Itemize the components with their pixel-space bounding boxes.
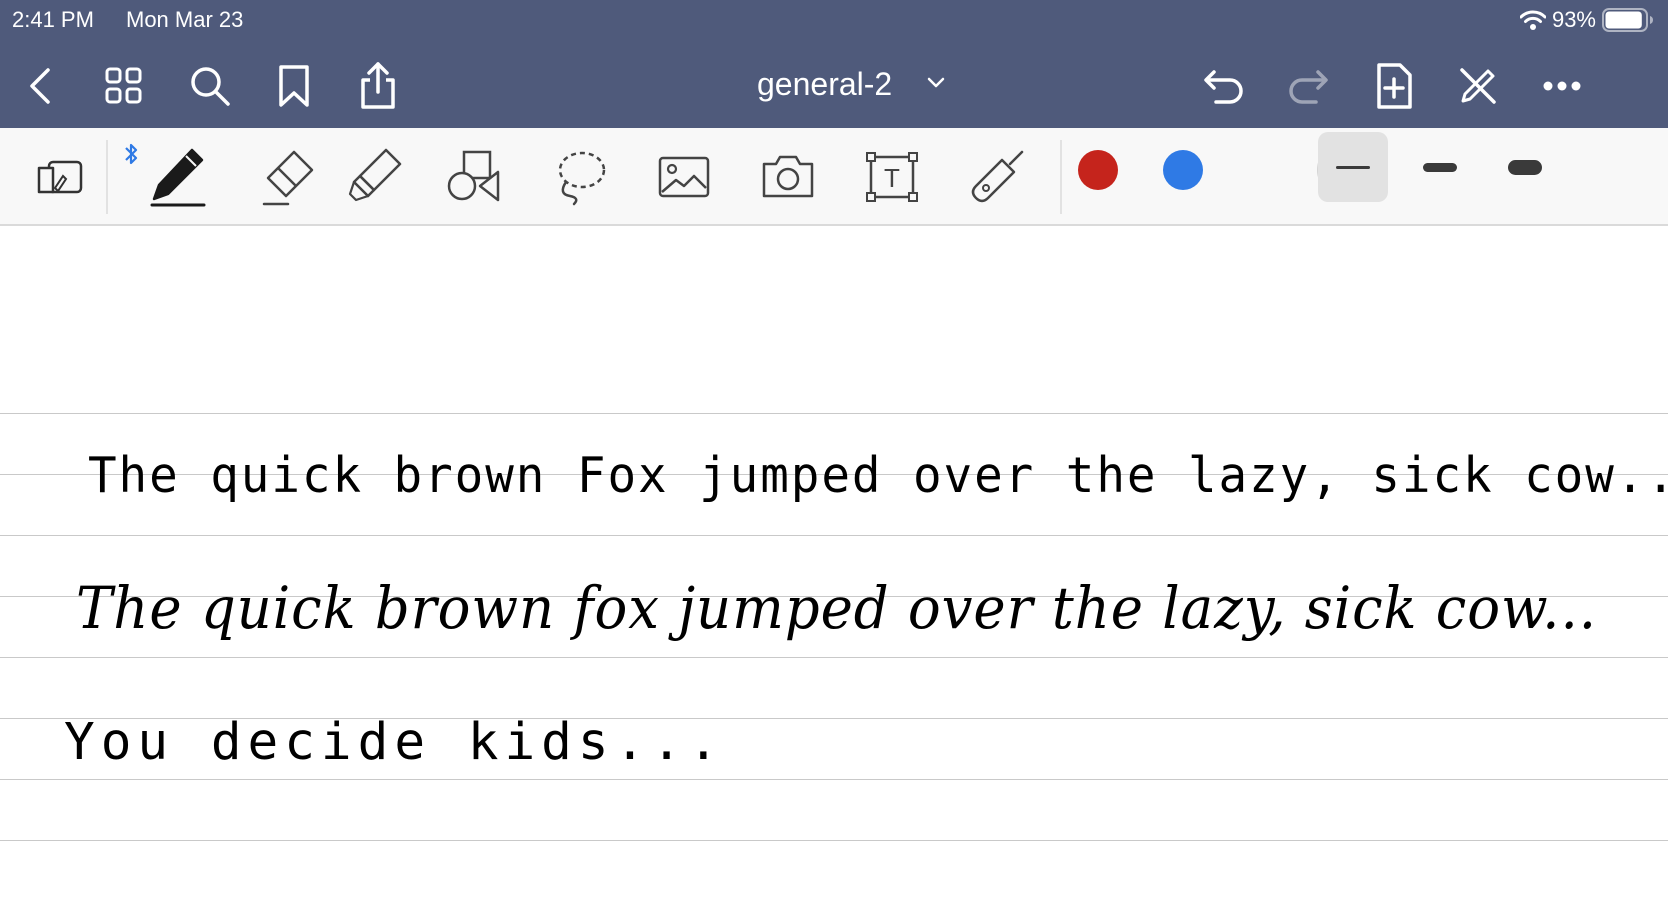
redo-button[interactable] — [1280, 58, 1336, 114]
ruled-line — [0, 657, 1668, 658]
pen-off-icon — [1460, 68, 1496, 104]
status-date: Mon Mar 23 — [126, 7, 244, 32]
handwriting-note-line: You decide kids... — [64, 713, 725, 772]
laser-pointer-tool[interactable] — [954, 136, 1038, 218]
document-title[interactable]: general-2 — [757, 64, 892, 104]
highlighter-icon — [348, 148, 402, 202]
chevron-down-icon[interactable] — [926, 75, 946, 91]
share-icon — [361, 62, 395, 109]
lasso-icon — [558, 151, 606, 206]
bookmark-button[interactable] — [266, 58, 322, 114]
highlighter-tool[interactable] — [332, 136, 416, 218]
thin-stroke-preview — [1336, 165, 1370, 169]
more-icon — [1543, 81, 1581, 91]
redo-icon — [1289, 70, 1328, 104]
share-button[interactable] — [350, 58, 406, 114]
toolbar-divider — [1060, 140, 1062, 214]
search-button[interactable] — [182, 58, 238, 114]
camera-tool[interactable] — [746, 136, 830, 218]
text-tool[interactable]: T — [850, 136, 934, 218]
bookmark-icon — [279, 65, 309, 107]
ruled-line — [0, 840, 1668, 841]
ruled-line — [0, 779, 1668, 780]
battery-icon — [1602, 8, 1653, 32]
read-only-mode-button[interactable] — [18, 136, 102, 218]
more-button[interactable] — [1534, 58, 1590, 114]
status-time: 2:41 PM — [12, 7, 94, 32]
undo-icon — [1204, 70, 1243, 104]
pen-tool[interactable] — [136, 136, 220, 218]
add-page-icon — [1377, 63, 1412, 109]
top-bar: 2:41 PM Mon Mar 23 93% general-2 — [0, 0, 1668, 128]
eraser-tool[interactable] — [246, 136, 330, 218]
camera-icon — [762, 155, 814, 198]
toolbar-divider — [106, 140, 108, 214]
image-tool[interactable] — [642, 136, 726, 218]
thickness-thick[interactable] — [1490, 132, 1560, 202]
pen-mode-button[interactable] — [1450, 58, 1506, 114]
image-icon — [658, 156, 710, 198]
ruled-line — [0, 535, 1668, 536]
battery-percent: 93% — [1551, 7, 1596, 32]
thickness-medium[interactable] — [1405, 132, 1475, 202]
grid-icon — [105, 67, 142, 104]
handwriting-print-line: The quick brown Fox jumped over the lazy… — [88, 447, 1668, 504]
read-only-mode-icon — [37, 160, 83, 194]
laser-pointer-icon — [971, 150, 1024, 203]
back-button[interactable] — [12, 58, 68, 114]
bluetooth-icon — [125, 143, 138, 165]
undo-button[interactable] — [1196, 58, 1252, 114]
color-swatch-blue[interactable] — [1163, 150, 1203, 190]
shapes-icon — [447, 150, 500, 202]
shapes-tool[interactable] — [434, 136, 518, 218]
ruled-line — [0, 413, 1668, 414]
back-chevron-icon — [30, 68, 50, 104]
add-page-button[interactable] — [1366, 58, 1422, 114]
status-indicators: 93% — [1519, 6, 1654, 34]
handwriting-cursive-line: The quick brown fox jumped over the lazy… — [76, 574, 1597, 642]
thumbnails-button[interactable] — [96, 58, 152, 114]
medium-stroke-preview — [1423, 162, 1457, 172]
thick-stroke-preview — [1508, 159, 1542, 175]
text-icon: T — [866, 152, 918, 202]
eraser-icon — [262, 150, 314, 206]
color-swatch-red[interactable] — [1078, 150, 1118, 190]
thickness-thin[interactable] — [1318, 132, 1388, 202]
text-tool-glyph: T — [884, 163, 900, 193]
wifi-icon — [1519, 10, 1546, 30]
search-icon — [191, 67, 230, 106]
lasso-tool[interactable] — [538, 136, 622, 218]
pen-icon — [150, 148, 206, 207]
